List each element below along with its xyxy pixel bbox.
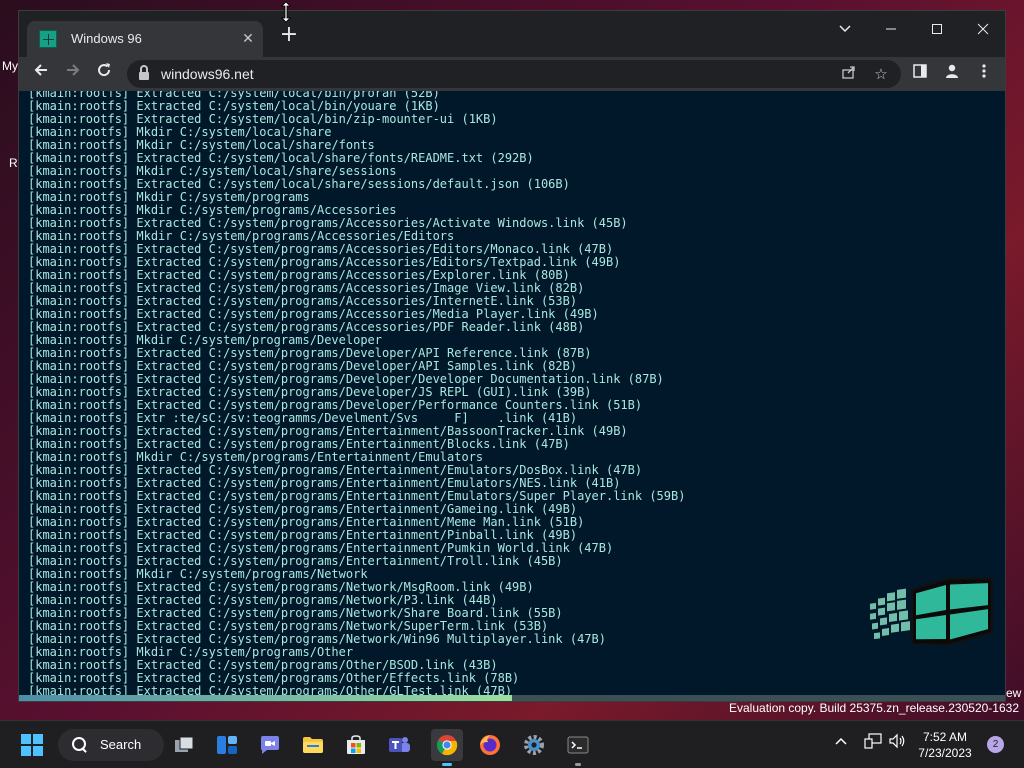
widgets-button[interactable]	[211, 729, 243, 761]
close-icon[interactable]	[960, 15, 1006, 45]
page-viewport[interactable]: [kmain:rootfs] Extracted C:/system/local…	[19, 91, 1005, 695]
task-view-button[interactable]	[168, 729, 200, 761]
volume-icon[interactable]	[886, 733, 908, 757]
notification-badge[interactable]: 2	[987, 736, 1004, 753]
star-icon[interactable]: ☆	[871, 64, 891, 84]
chat-icon	[261, 736, 279, 754]
terminal-icon	[567, 736, 589, 754]
firefox-icon	[480, 735, 500, 755]
tab-title: Windows 96	[71, 31, 142, 46]
arrow-right-icon[interactable]	[59, 60, 87, 88]
browser-window[interactable]: Windows 96 ✕ + windows96.net ☆ [kmain:ro…	[18, 10, 1006, 702]
log-line: [kmain:rootfs] Extracted C:/system/progr…	[28, 684, 513, 696]
minimize-icon[interactable]	[868, 15, 914, 45]
firefox-button[interactable]	[474, 729, 506, 761]
profile-icon[interactable]	[941, 63, 963, 85]
url-text[interactable]: windows96.net	[161, 66, 254, 82]
tab-windows96[interactable]: Windows 96 ✕	[27, 21, 263, 57]
teams-icon	[389, 737, 410, 752]
maximize-icon[interactable]	[914, 15, 960, 45]
taskbar-clock[interactable]: 7:52 AM 7/23/2023	[910, 729, 980, 761]
address-bar[interactable]: windows96.net ☆	[127, 60, 901, 88]
plus-icon[interactable]: +	[278, 24, 300, 47]
clock-time: 7:52 AM	[922, 730, 968, 744]
browser-toolbar: windows96.net ☆	[19, 57, 1005, 91]
resize-cursor-icon	[281, 1, 291, 23]
chat-button[interactable]	[254, 729, 286, 761]
store-button[interactable]	[340, 729, 372, 761]
task-view-icon	[175, 736, 194, 752]
store-icon	[347, 735, 365, 754]
gear-icon	[524, 735, 544, 755]
arrow-left-icon[interactable]	[27, 60, 55, 88]
chrome-button[interactable]	[431, 729, 463, 766]
chevron-down-icon[interactable]	[822, 15, 868, 45]
windows-logo-icon	[21, 734, 43, 756]
windows96-logo-icon	[870, 577, 993, 646]
widgets-icon	[217, 736, 237, 754]
clock-date: 7/23/2023	[918, 746, 972, 760]
tab-strip[interactable]: Windows 96 ✕ +	[19, 11, 1005, 57]
kebab-menu-icon[interactable]	[973, 63, 995, 85]
taskbar-search[interactable]: Search	[58, 729, 164, 761]
network-icon[interactable]	[862, 733, 884, 757]
side-panel-icon[interactable]	[909, 63, 931, 85]
reload-icon[interactable]	[90, 60, 118, 88]
share-icon[interactable]	[839, 64, 859, 84]
search-icon	[71, 736, 89, 754]
file-explorer-button[interactable]	[297, 729, 329, 761]
lock-icon[interactable]	[139, 65, 149, 80]
teams-button[interactable]	[383, 729, 415, 761]
search-label: Search	[100, 737, 142, 752]
taskbar: Search 7:52 AM 7/23/2023 2	[0, 720, 1024, 768]
windows96-favicon-icon	[39, 30, 57, 48]
chevron-up-icon[interactable]	[832, 733, 850, 757]
desktop-text-partial: ew	[1006, 686, 1022, 700]
boot-progress-fill	[19, 695, 512, 701]
start-button[interactable]	[16, 729, 48, 761]
folder-icon	[303, 737, 323, 753]
settings-button[interactable]	[518, 729, 550, 761]
terminal-button[interactable]	[562, 729, 594, 766]
boot-log: [kmain:rootfs] Extracted C:/system/local…	[28, 91, 998, 695]
evaluation-watermark: Evaluation copy. Build 25375.zn_release.…	[729, 701, 1019, 715]
chrome-icon	[436, 735, 458, 756]
close-icon[interactable]: ✕	[239, 30, 257, 48]
desktop-icon-label-partial: My	[2, 59, 18, 73]
